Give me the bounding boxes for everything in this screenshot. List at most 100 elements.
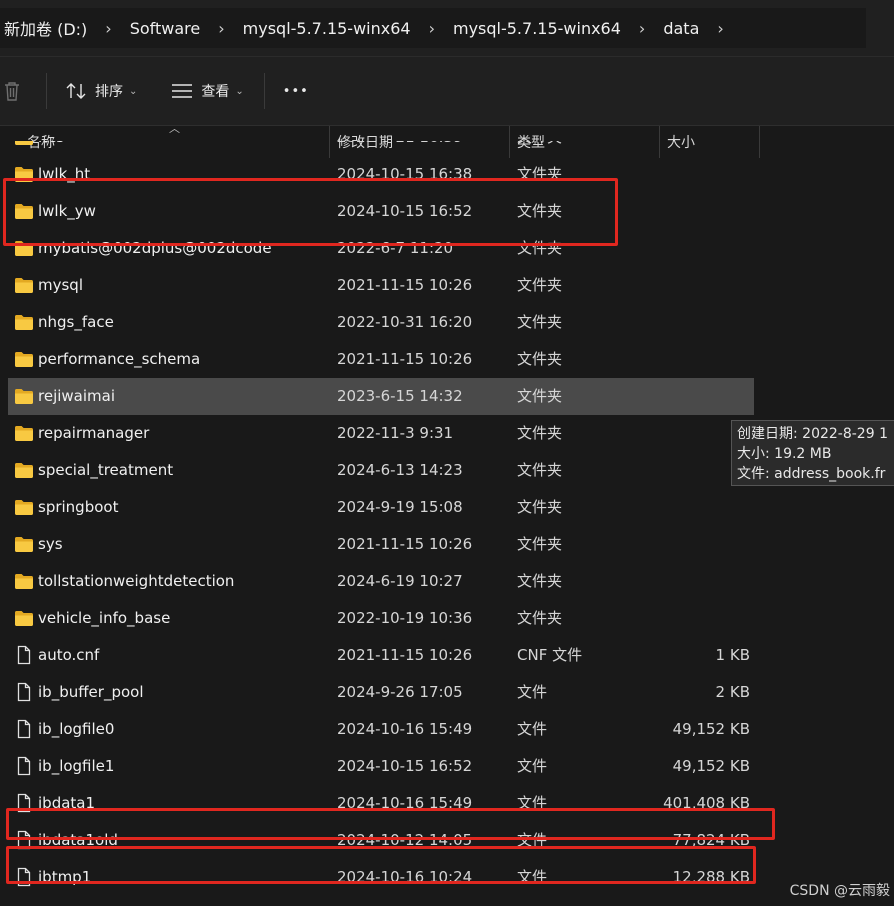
- more-options-button[interactable]: •••: [283, 84, 309, 99]
- file-modified-date: 2024-10-15 16:52: [337, 757, 473, 775]
- file-modified-date: 2022-10-31 16:20: [337, 313, 473, 331]
- file-modified-date: 2022-11-3 9:31: [337, 424, 454, 442]
- more-options-icon: •••: [282, 83, 309, 99]
- view-label: 查看: [201, 84, 230, 100]
- highlight-box-ibdata1: [6, 808, 775, 840]
- file-name: ib_logfile1: [38, 757, 115, 775]
- delete-button[interactable]: [2, 80, 26, 102]
- file-type: 文件夹: [517, 461, 563, 479]
- table-row[interactable]: repairmanager 2022-11-3 9:31 文件夹: [8, 415, 754, 452]
- toolbar-divider: [46, 73, 47, 109]
- file-modified-date: 2024-10-16 15:49: [337, 720, 473, 738]
- file-modified-date: 2024-9-19 15:08: [337, 498, 463, 516]
- file-name: vehicle_info_base: [38, 609, 171, 627]
- breadcrumb-data[interactable]: data: [659, 19, 703, 38]
- table-row[interactable]: special_treatment 2024-6-13 14:23 文件夹: [8, 452, 754, 489]
- file-name: auto.cnf: [38, 646, 100, 664]
- file-modified-date: 2024-9-26 17:05: [337, 683, 463, 701]
- breadcrumb-mysql-inner[interactable]: mysql-5.7.15-winx64: [449, 19, 625, 38]
- table-row[interactable]: springboot 2024-9-19 15:08 文件夹: [8, 489, 754, 526]
- table-row[interactable]: vehicle_info_base 2022-10-19 10:36 文件夹: [8, 600, 754, 637]
- file-icon: [14, 682, 34, 702]
- folder-icon: [14, 425, 34, 442]
- folder-icon: [14, 277, 34, 294]
- folder-icon: [14, 610, 34, 627]
- chevron-right-icon[interactable]: ›: [625, 19, 659, 38]
- file-type: 文件夹: [517, 313, 563, 331]
- file-name: special_treatment: [38, 461, 174, 479]
- file-name: repairmanager: [38, 424, 150, 442]
- table-row[interactable]: mysql 2021-11-15 10:26 文件夹: [8, 267, 754, 304]
- folder-icon: [14, 499, 34, 516]
- table-row[interactable]: tollstationweightdetection 2024-6-19 10:2…: [8, 563, 754, 600]
- file-modified-date: 2024-6-13 14:23: [337, 461, 463, 479]
- file-size: 1 KB: [715, 646, 750, 664]
- file-type: CNF 文件: [517, 646, 583, 664]
- folder-icon: [14, 351, 34, 368]
- file-type: 文件夹: [517, 498, 563, 516]
- file-type: 文件夹: [517, 141, 562, 156]
- file-type: 文件夹: [517, 350, 563, 368]
- file-type: 文件夹: [517, 535, 563, 553]
- folder-icon: [14, 141, 34, 146]
- file-type: 文件夹: [517, 572, 563, 590]
- toolbar-divider: [263, 73, 265, 109]
- sort-icon: [66, 83, 86, 99]
- file-name: ib_logfile0: [38, 720, 115, 738]
- file-name: performance_schema: [38, 350, 201, 368]
- watermark: CSDN @云雨毅: [789, 883, 890, 899]
- tooltip-size: 大小: 19.2 MB: [737, 446, 832, 462]
- file-modified-date: 2023-6-21 16:39: [337, 141, 463, 156]
- chevron-right-icon[interactable]: ›: [703, 19, 737, 38]
- file-modified-date: 2021-11-15 10:26: [337, 276, 473, 294]
- table-row[interactable]: ib_buffer_pool 2024-9-26 17:05 文件 2 KB: [8, 674, 754, 711]
- file-name: mysql: [38, 276, 83, 294]
- file-name: tollstationweightdetection: [38, 572, 235, 590]
- file-name: springboot: [38, 498, 119, 516]
- table-row[interactable]: rejiwaimai 2023-6-15 14:32 文件夹: [8, 378, 754, 415]
- folder-icon: [14, 536, 34, 553]
- table-row[interactable]: performance_schema 2021-11-15 10:26 文件夹: [8, 341, 754, 378]
- folder-icon: [14, 462, 34, 479]
- file-size: 49,152 KB: [672, 757, 750, 775]
- sort-button[interactable]: 排序 ⌄: [65, 81, 137, 101]
- highlight-box-lwlk-folders: [3, 178, 618, 246]
- breadcrumb-drive[interactable]: 新加卷 (D:): [0, 16, 91, 40]
- chevron-down-icon: ⌄: [129, 85, 138, 97]
- file-type: 文件: [517, 720, 548, 738]
- file-icon: [14, 719, 34, 739]
- table-row[interactable]: sys 2021-11-15 10:26 文件夹: [8, 526, 754, 563]
- file-type: 文件夹: [517, 609, 563, 627]
- chevron-right-icon[interactable]: ›: [204, 19, 238, 38]
- view-button[interactable]: 查看 ⌄: [171, 81, 244, 101]
- breadcrumb-mysql-outer[interactable]: mysql-5.7.15-winx64: [239, 19, 415, 38]
- file-name: rejiwaimai: [38, 387, 115, 405]
- table-row[interactable]: ltcs 2023-6-21 16:39 文件夹: [8, 141, 754, 156]
- file-name: sys: [38, 535, 63, 553]
- file-modified-date: 2021-11-15 10:26: [337, 350, 473, 368]
- file-modified-date: 2022-10-19 10:36: [337, 609, 473, 627]
- list-view-icon: [172, 84, 193, 98]
- chevron-right-icon[interactable]: ›: [415, 19, 449, 38]
- breadcrumb[interactable]: 新加卷 (D:) › Software › mysql-5.7.15-winx6…: [0, 8, 866, 48]
- folder-icon: [14, 573, 34, 590]
- tooltip-file: 文件: address_book.fr: [737, 466, 886, 482]
- file-name: ltcs: [38, 141, 64, 156]
- table-row[interactable]: nhgs_face 2022-10-31 16:20 文件夹: [8, 304, 754, 341]
- table-row[interactable]: ib_logfile1 2024-10-15 16:52 文件 49,152 KB: [8, 748, 754, 785]
- trash-icon: [5, 82, 19, 101]
- file-type: 文件夹: [517, 276, 563, 294]
- breadcrumb-software[interactable]: Software: [126, 19, 205, 38]
- file-type: 文件: [517, 683, 548, 701]
- file-icon: [14, 645, 34, 665]
- file-modified-date: 2021-11-15 10:26: [337, 535, 473, 553]
- file-name: nhgs_face: [38, 313, 114, 331]
- chevron-down-icon: ⌄: [235, 85, 244, 97]
- highlight-box-ibdata1old: [6, 846, 756, 884]
- file-type: 文件夹: [517, 387, 563, 405]
- table-row[interactable]: ib_logfile0 2024-10-16 15:49 文件 49,152 KB: [8, 711, 754, 748]
- file-explorer-window: 新加卷 (D:) › Software › mysql-5.7.15-winx6…: [0, 0, 894, 906]
- file-size: 49,152 KB: [672, 720, 750, 738]
- chevron-right-icon[interactable]: ›: [91, 19, 125, 38]
- table-row[interactable]: auto.cnf 2021-11-15 10:26 CNF 文件 1 KB: [8, 637, 754, 674]
